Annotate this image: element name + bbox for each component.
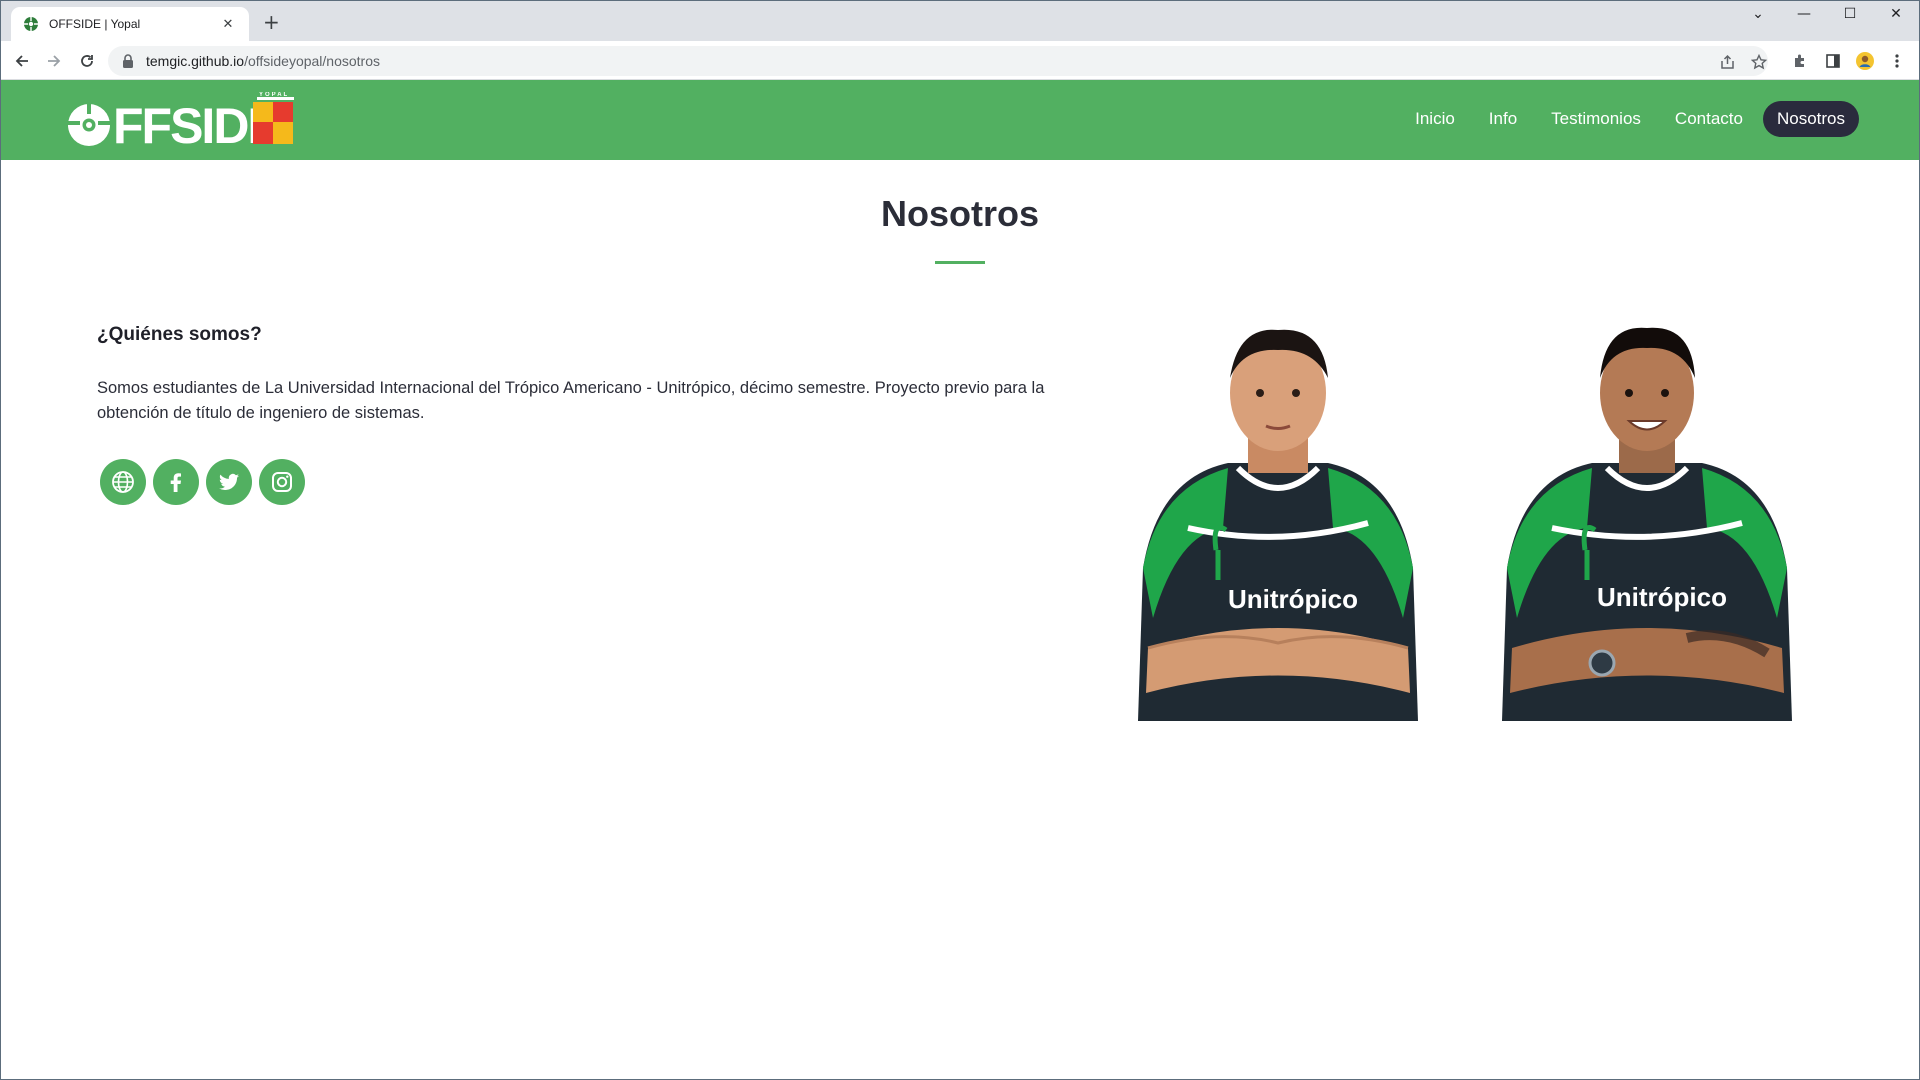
member-photo-1: Unitrópico: [1128, 318, 1428, 721]
tab-title: OFFSIDE | Yopal: [49, 17, 141, 31]
nav-contacto[interactable]: Contacto: [1661, 101, 1757, 137]
title-underline: [935, 261, 985, 264]
url-path: /offsideyopal/nosotros: [244, 53, 381, 69]
url-text: temgic.github.io/offsideyopal/nosotros: [146, 53, 380, 69]
facebook-icon: [170, 473, 181, 492]
reload-icon[interactable]: [76, 50, 98, 72]
extensions-puzzle-icon[interactable]: [1791, 52, 1809, 70]
social-links: [100, 459, 305, 505]
instagram-link[interactable]: [259, 459, 305, 505]
jersey-text-2: Unitrópico: [1597, 582, 1727, 612]
tab-close-icon[interactable]: ✕: [219, 17, 237, 32]
twitter-icon: [219, 473, 239, 491]
nav-inicio[interactable]: Inicio: [1401, 101, 1469, 137]
bookmark-star-icon[interactable]: [1751, 54, 1767, 70]
lock-icon[interactable]: [122, 54, 134, 68]
about-heading: ¿Quiénes somos?: [97, 324, 262, 345]
facebook-link[interactable]: [153, 459, 199, 505]
tab-search-icon[interactable]: ⌄: [1735, 6, 1781, 22]
page-title: Nosotros: [880, 193, 1039, 234]
jersey-text-1: Unitrópico: [1228, 584, 1358, 614]
more-options-icon[interactable]: [1888, 52, 1906, 70]
logo-subtext: YOPAL: [259, 92, 289, 98]
about-paragraph: Somos estudiantes de La Universidad Inte…: [97, 379, 1045, 422]
browser-titlebar: OFFSIDE | Yopal ✕ + ⌄ — ☐ ✕: [0, 0, 1920, 41]
browser-tab[interactable]: OFFSIDE | Yopal ✕: [11, 7, 249, 41]
maximize-button[interactable]: ☐: [1827, 6, 1873, 22]
nav-nosotros[interactable]: Nosotros: [1762, 101, 1859, 137]
browser-toolbar: temgic.github.io/offsideyopal/nosotros: [0, 41, 1920, 80]
url-domain: temgic.github.io: [146, 53, 245, 69]
member-photo-2: Unitrópico: [1497, 318, 1797, 721]
profile-avatar[interactable]: [1856, 52, 1874, 70]
globe-icon: [112, 471, 134, 493]
minimize-button[interactable]: —: [1781, 6, 1827, 22]
share-icon[interactable]: [1720, 54, 1736, 70]
back-arrow-icon[interactable]: [11, 50, 33, 72]
instagram-icon: [272, 472, 292, 492]
nav-info[interactable]: Info: [1475, 101, 1531, 137]
new-tab-button[interactable]: +: [263, 12, 280, 32]
side-panel-icon[interactable]: [1824, 52, 1842, 70]
main-nav: Inicio Info Testimonios Contacto Nosotro…: [1401, 101, 1859, 137]
offside-logo[interactable]: FFSIDE YOPAL: [67, 92, 297, 154]
soccer-ball-icon: [23, 16, 39, 32]
close-window-button[interactable]: ✕: [1873, 6, 1919, 22]
forward-arrow-icon[interactable]: [43, 50, 65, 72]
website-link[interactable]: [100, 459, 146, 505]
site-header: FFSIDE YOPAL Inicio Info Testimonios Con…: [1, 80, 1919, 160]
nav-testimonios[interactable]: Testimonios: [1537, 101, 1655, 137]
twitter-link[interactable]: [206, 459, 252, 505]
address-bar[interactable]: temgic.github.io/offsideyopal/nosotros: [108, 46, 1768, 76]
